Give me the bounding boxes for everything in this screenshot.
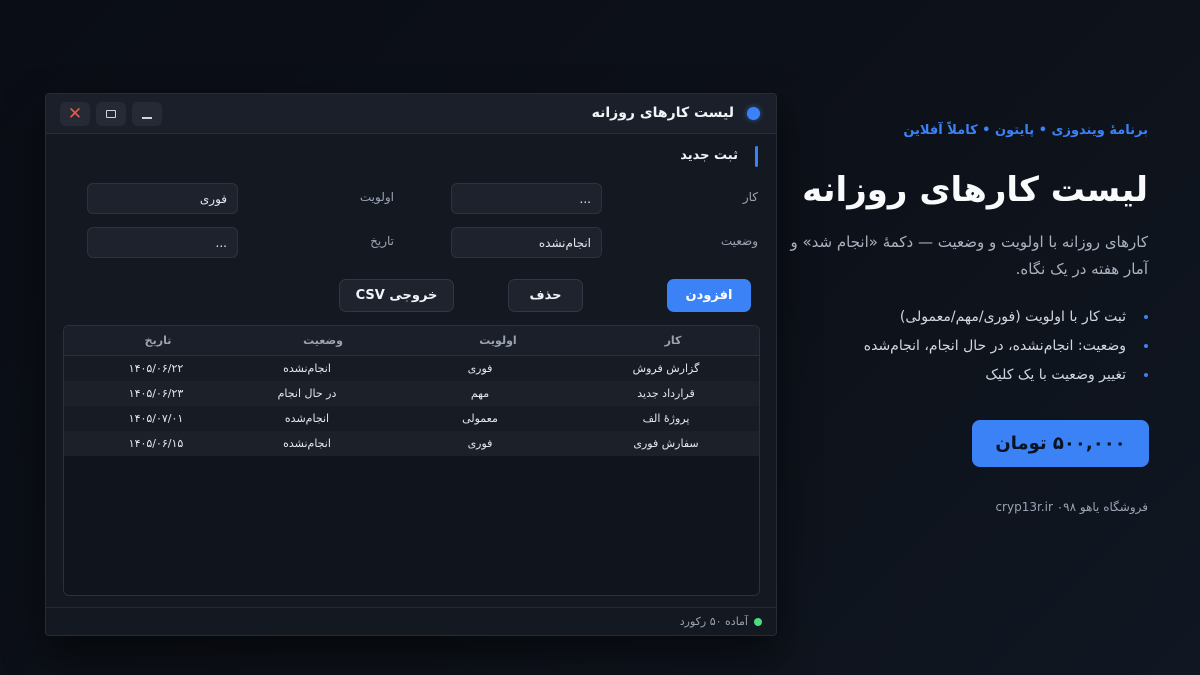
date-placeholder: ... [215, 235, 227, 250]
feature-list: ثبت کار با اولویت (فوری/مهم/معمولی) وضعی… [788, 305, 1148, 392]
table-header: کار اولویت وضعیت تاریخ [64, 326, 759, 356]
section-title: ثبت جدید [680, 148, 738, 163]
minimize-icon [142, 117, 152, 119]
task-placeholder: ... [579, 191, 591, 206]
app-window: ✕ لیست کارهای روزانه ثبت جدید کار ... او… [45, 93, 777, 636]
feature-item: وضعیت: انجام‌نشده، در حال انجام، انجام‌ش… [788, 334, 1148, 363]
cell-date: ۱۴۰۵/۰۶/۲۲ [128, 362, 184, 375]
close-icon: ✕ [67, 103, 83, 124]
priority-label: اولویت [359, 190, 394, 204]
section-accent-bar [755, 146, 758, 167]
header-priority[interactable]: اولویت [398, 334, 598, 347]
priority-value: فوری [199, 191, 227, 206]
delete-button[interactable]: حذف [508, 279, 583, 312]
feature-item: تغییر وضعیت با یک کلیک [788, 363, 1148, 392]
cell-priority: فوری [467, 437, 493, 450]
priority-select[interactable]: فوری [87, 183, 238, 214]
status-text: آماده ۵۰ رکورد [679, 615, 748, 628]
header-task[interactable]: کار [573, 334, 759, 347]
table-row[interactable]: قرارداد جدید مهم در حال انجام ۱۴۰۵/۰۶/۲۳ [64, 381, 759, 406]
bullet-icon [1144, 373, 1148, 377]
cell-task: قرارداد جدید [637, 387, 695, 400]
cell-date: ۱۴۰۵/۰۶/۱۵ [128, 437, 184, 450]
promo-tagline: برنامهٔ ویندوزی • پایتون • کاملاً آفلاین [903, 123, 1148, 138]
cell-task: پروژهٔ الف [642, 412, 690, 425]
cell-priority: مهم [470, 387, 490, 400]
promo-description: کارهای روزانه با اولویت و وضعیت — دکمهٔ … [790, 233, 1148, 278]
cell-date: ۱۴۰۵/۰۶/۲۳ [128, 387, 184, 400]
cell-date: ۱۴۰۵/۰۷/۰۱ [128, 412, 184, 425]
cell-task: سفارش فوری [633, 437, 699, 450]
status-label: وضعیت [720, 234, 758, 248]
header-date[interactable]: تاریخ [64, 334, 258, 347]
table-row[interactable]: گزارش فروش فوری انجام‌نشده ۱۴۰۵/۰۶/۲۲ [64, 356, 759, 381]
add-button[interactable]: افزودن [667, 279, 751, 312]
status-bar: آماده ۵۰ رکورد [46, 607, 776, 635]
window-title: لیست کارهای روزانه [591, 105, 734, 121]
title-bar[interactable]: ✕ لیست کارهای روزانه [46, 94, 776, 134]
feature-text: تغییر وضعیت با یک کلیک [985, 367, 1126, 383]
maximize-icon [106, 110, 116, 118]
price-button[interactable]: ۵۰۰,۰۰۰ تومان [972, 420, 1149, 467]
app-dot-icon [747, 107, 760, 120]
status-select[interactable]: انجام‌نشده [451, 227, 602, 258]
maximize-button[interactable] [96, 102, 126, 126]
feature-text: ثبت کار با اولویت (فوری/مهم/معمولی) [899, 309, 1126, 325]
status-value: انجام‌نشده [538, 235, 591, 250]
bullet-icon [1144, 315, 1148, 319]
task-label: کار [742, 190, 758, 204]
export-csv-button[interactable]: خروجی CSV [339, 279, 454, 312]
feature-item: ثبت کار با اولویت (فوری/مهم/معمولی) [788, 305, 1148, 334]
task-input[interactable]: ... [451, 183, 602, 214]
feature-text: وضعیت: انجام‌نشده، در حال انجام، انجام‌ش… [863, 338, 1126, 354]
tasks-table: کار اولویت وضعیت تاریخ گزارش فروش فوری ا… [63, 325, 760, 596]
table-row[interactable]: سفارش فوری فوری انجام‌نشده ۱۴۰۵/۰۶/۱۵ [64, 431, 759, 456]
store-info: فروشگاه یاهو ۰۹۸ cryp13r.ir [995, 500, 1148, 514]
date-label: تاریخ [370, 234, 394, 248]
date-input[interactable]: ... [87, 227, 238, 258]
cell-task: گزارش فروش [632, 362, 700, 375]
cell-priority: فوری [467, 362, 493, 375]
promo-headline: لیست کارهای روزانه [802, 170, 1148, 210]
table-row[interactable]: پروژهٔ الف معمولی انجام‌شده ۱۴۰۵/۰۷/۰۱ [64, 406, 759, 431]
close-button[interactable]: ✕ [60, 102, 90, 126]
minimize-button[interactable] [132, 102, 162, 126]
status-dot-icon [754, 618, 762, 626]
bullet-icon [1144, 344, 1148, 348]
cell-priority: معمولی [462, 412, 498, 425]
